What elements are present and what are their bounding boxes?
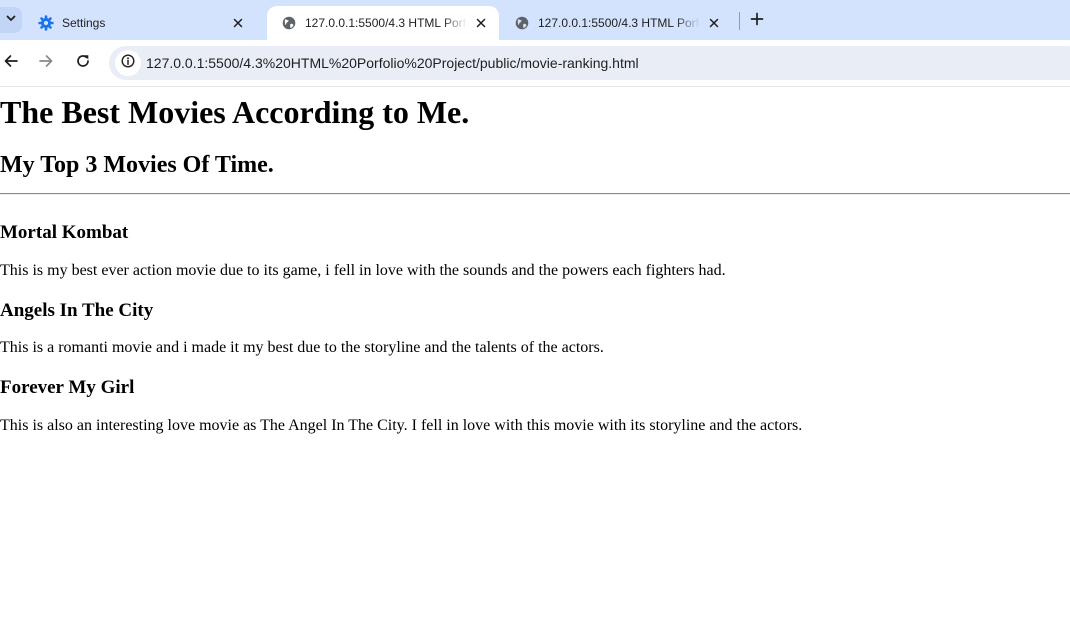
chevron-down-icon [5, 11, 17, 29]
info-icon [121, 53, 135, 73]
close-icon[interactable] [706, 15, 722, 31]
tab-title: 127.0.0.1:5500/4.3 HTML Porfolio Project… [305, 16, 467, 30]
arrow-left-icon [3, 53, 19, 74]
movie-description: This is my best ever action movie due to… [0, 262, 726, 279]
globe-icon [514, 15, 530, 31]
globe-icon [281, 15, 297, 31]
reload-icon [75, 53, 91, 74]
page-title: The Best Movies According to Me. [0, 94, 470, 130]
divider [0, 193, 1070, 195]
tab-title: 127.0.0.1:5500/4.3 HTML Porfolio Project… [538, 16, 700, 30]
tab-search-button[interactable] [0, 7, 22, 33]
forward-button[interactable] [36, 53, 56, 73]
plus-icon [750, 12, 764, 31]
close-icon[interactable] [230, 15, 246, 31]
movie-description: This is also an interesting love movie a… [0, 417, 803, 434]
movie-title: Mortal Kombat [0, 222, 129, 243]
url-text[interactable]: 127.0.0.1:5500/4.3%20HTML%20Porfolio%20P… [146, 55, 639, 71]
arrow-right-icon [38, 53, 54, 74]
movie-title: Angels In The City [0, 300, 154, 321]
reload-button[interactable] [73, 53, 93, 73]
movie-description: This is a romanti movie and i made it my… [0, 339, 604, 356]
new-tab-button[interactable] [748, 12, 766, 30]
tab-movie-ranking[interactable]: 127.0.0.1:5500/4.3 HTML Porfolio Project… [500, 6, 732, 40]
tab-title: Settings [62, 16, 106, 30]
back-button[interactable] [1, 53, 21, 73]
close-icon[interactable] [473, 15, 489, 31]
movie-title: Forever My Girl [0, 377, 135, 398]
site-info-button[interactable] [115, 50, 141, 76]
page-subtitle: My Top 3 Movies Of Time. [0, 152, 274, 178]
tab-strip: Settings 127.0.0.1:5500/4.3 HTML Porfoli… [0, 0, 1070, 40]
settings-gear-icon [38, 15, 54, 31]
browser-toolbar: 127.0.0.1:5500/4.3%20HTML%20Porfolio%20P… [0, 40, 1070, 87]
tab-movie-ranking-active[interactable]: 127.0.0.1:5500/4.3 HTML Porfolio Project… [267, 6, 499, 40]
tab-separator [739, 12, 740, 30]
address-bar[interactable]: 127.0.0.1:5500/4.3%20HTML%20Porfolio%20P… [109, 46, 1070, 80]
tab-settings[interactable]: Settings [24, 6, 256, 40]
